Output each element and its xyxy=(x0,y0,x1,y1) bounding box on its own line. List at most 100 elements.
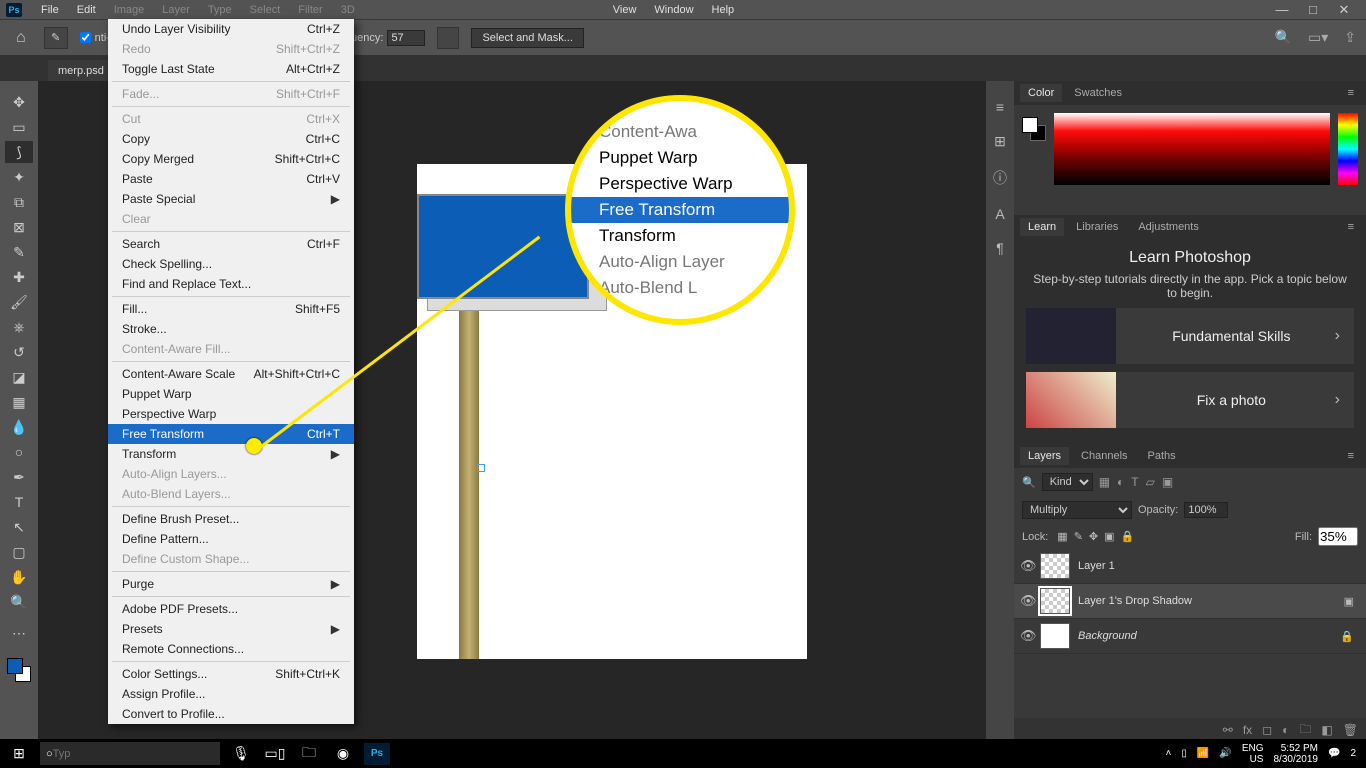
select-and-mask-button[interactable]: Select and Mask... xyxy=(471,28,584,48)
adjustment-icon[interactable]: ◐ xyxy=(1282,723,1289,737)
menu-filter[interactable]: Filter xyxy=(289,2,331,18)
fx-icon[interactable]: fx xyxy=(1243,723,1252,737)
photoshop-taskbar-icon[interactable]: Ps xyxy=(364,743,390,765)
menu-item-find-and-replace-text-[interactable]: Find and Replace Text... xyxy=(108,274,354,294)
menu-item-free-transform[interactable]: Free TransformCtrl+T xyxy=(108,424,354,444)
tab-color[interactable]: Color xyxy=(1020,84,1062,102)
menu-3d[interactable]: 3D xyxy=(332,2,364,18)
menu-item-fill-[interactable]: Fill...Shift+F5 xyxy=(108,299,354,319)
history-icon[interactable]: ≡ xyxy=(996,99,1004,115)
marquee-tool[interactable]: ▭ xyxy=(5,116,33,138)
cortana-icon[interactable]: 🎙 xyxy=(228,743,254,765)
zoom-tool[interactable]: 🔍 xyxy=(5,591,33,613)
hand-tool[interactable]: ✋ xyxy=(5,566,33,588)
tool-preset[interactable]: ✎ xyxy=(44,27,68,49)
menu-item-undo-layer-visibility[interactable]: Undo Layer VisibilityCtrl+Z xyxy=(108,19,354,39)
type-tool[interactable]: T xyxy=(5,491,33,513)
gradient-tool[interactable]: ▦ xyxy=(5,391,33,413)
menu-item-paste[interactable]: PasteCtrl+V xyxy=(108,169,354,189)
lock-all-icon[interactable]: 🔒 xyxy=(1121,531,1135,543)
notification-icon[interactable]: 💬 xyxy=(1328,748,1340,759)
layer-row[interactable]: 👁Layer 1's Drop Shadow▣ xyxy=(1014,584,1366,619)
brush-tool[interactable]: 🖌 xyxy=(5,291,33,313)
menu-item-copy-merged[interactable]: Copy MergedShift+Ctrl+C xyxy=(108,149,354,169)
menu-item-search[interactable]: SearchCtrl+F xyxy=(108,234,354,254)
pen-pressure-icon[interactable] xyxy=(437,27,459,49)
maximize-button[interactable]: □ xyxy=(1299,2,1327,18)
filter-shape-icon[interactable]: ▱ xyxy=(1146,475,1155,489)
filter-smart-icon[interactable]: ▣ xyxy=(1162,475,1173,489)
history-brush-tool[interactable]: ↺ xyxy=(5,341,33,363)
opacity-input[interactable] xyxy=(1184,502,1228,518)
visibility-icon[interactable]: 👁 xyxy=(1020,558,1040,574)
tray-battery-icon[interactable]: ▯ xyxy=(1181,748,1187,759)
menu-item-copy[interactable]: CopyCtrl+C xyxy=(108,129,354,149)
eyedropper-tool[interactable]: ✎ xyxy=(5,241,33,263)
menu-item-adobe-pdf-presets-[interactable]: Adobe PDF Presets... xyxy=(108,599,354,619)
dodge-tool[interactable]: ○ xyxy=(5,441,33,463)
color-spectrum[interactable] xyxy=(1054,113,1330,185)
learn-row-fix-photo[interactable]: Fix a photo › xyxy=(1026,372,1354,428)
menu-help[interactable]: Help xyxy=(703,2,744,18)
visibility-icon[interactable]: 👁 xyxy=(1020,628,1040,644)
healing-tool[interactable]: ✚ xyxy=(5,266,33,288)
menu-edit[interactable]: Edit xyxy=(68,2,105,18)
learn-row-skills[interactable]: Fundamental Skills › xyxy=(1026,308,1354,364)
menu-item-presets[interactable]: Presets▶ xyxy=(108,619,354,639)
taskbar-search[interactable]: ○ xyxy=(40,742,220,765)
menu-item-define-pattern-[interactable]: Define Pattern... xyxy=(108,529,354,549)
taskbar-clock[interactable]: 5:52 PM8/30/2019 xyxy=(1273,743,1318,765)
share-icon[interactable]: ⇪ xyxy=(1344,29,1356,46)
new-layer-icon[interactable]: ◧ xyxy=(1321,723,1332,737)
tray-volume-icon[interactable]: 🔊 xyxy=(1219,748,1231,759)
link-layers-icon[interactable]: ⚯ xyxy=(1223,723,1233,737)
menu-item-transform[interactable]: Transform▶ xyxy=(108,444,354,464)
home-icon[interactable]: ⌂ xyxy=(10,26,32,50)
lock-pixels-icon[interactable]: ✎ xyxy=(1074,531,1083,543)
workspace-icon[interactable]: ▭▾ xyxy=(1308,29,1328,46)
crop-tool[interactable]: ⧉ xyxy=(5,191,33,213)
tab-paths[interactable]: Paths xyxy=(1140,447,1184,465)
menu-select[interactable]: Select xyxy=(241,2,290,18)
windows-start-icon[interactable]: ⊞ xyxy=(6,743,32,765)
fg-bg-color[interactable] xyxy=(1022,117,1046,141)
minimize-button[interactable]: — xyxy=(1268,2,1296,18)
close-button[interactable]: ✕ xyxy=(1330,2,1358,18)
menu-item-define-brush-preset-[interactable]: Define Brush Preset... xyxy=(108,509,354,529)
tab-channels[interactable]: Channels xyxy=(1073,447,1135,465)
menu-item-assign-profile-[interactable]: Assign Profile... xyxy=(108,684,354,704)
menu-file[interactable]: File xyxy=(32,2,68,18)
path-select-tool[interactable]: ↖ xyxy=(5,516,33,538)
rectangle-tool[interactable]: ▢ xyxy=(5,541,33,563)
menu-item-check-spelling-[interactable]: Check Spelling... xyxy=(108,254,354,274)
layer-row[interactable]: 👁Background🔒 xyxy=(1014,619,1366,654)
lock-artboard-icon[interactable]: ▣ xyxy=(1104,531,1114,543)
frequency-input[interactable] xyxy=(387,30,425,46)
lock-transparent-icon[interactable]: ▦ xyxy=(1057,531,1067,543)
layer-kind-select[interactable]: Kind xyxy=(1042,473,1093,491)
tab-layers[interactable]: Layers xyxy=(1020,447,1069,465)
menu-window[interactable]: Window xyxy=(645,2,702,18)
properties-icon[interactable]: ⊞ xyxy=(994,133,1006,150)
menu-view[interactable]: View xyxy=(604,2,646,18)
mask-icon[interactable]: ◻ xyxy=(1262,723,1272,737)
file-explorer-icon[interactable]: 🗀 xyxy=(296,743,322,765)
menu-item-convert-to-profile-[interactable]: Convert to Profile... xyxy=(108,704,354,724)
menu-item-color-settings-[interactable]: Color Settings...Shift+Ctrl+K xyxy=(108,664,354,684)
chrome-icon[interactable]: ◉ xyxy=(330,743,356,765)
tray-wifi-icon[interactable]: 📶 xyxy=(1197,748,1209,759)
taskbar-search-input[interactable] xyxy=(53,748,173,760)
fill-input[interactable] xyxy=(1318,527,1358,546)
stamp-tool[interactable]: ⎈ xyxy=(5,316,33,338)
tab-swatches[interactable]: Swatches xyxy=(1066,84,1130,102)
filter-pixel-icon[interactable]: ▦ xyxy=(1099,475,1110,489)
layer-row[interactable]: 👁Layer 1 xyxy=(1014,549,1366,584)
panel-menu-icon[interactable]: ≡ xyxy=(1342,448,1360,464)
panel-menu-icon[interactable]: ≡ xyxy=(1342,219,1360,235)
pen-tool[interactable]: ✒ xyxy=(5,466,33,488)
blend-mode-select[interactable]: Multiply xyxy=(1022,501,1132,519)
menu-type[interactable]: Type xyxy=(199,2,241,18)
info-icon[interactable]: ⓘ xyxy=(993,168,1007,188)
blur-tool[interactable]: 💧 xyxy=(5,416,33,438)
menu-item-toggle-last-state[interactable]: Toggle Last StateAlt+Ctrl+Z xyxy=(108,59,354,79)
